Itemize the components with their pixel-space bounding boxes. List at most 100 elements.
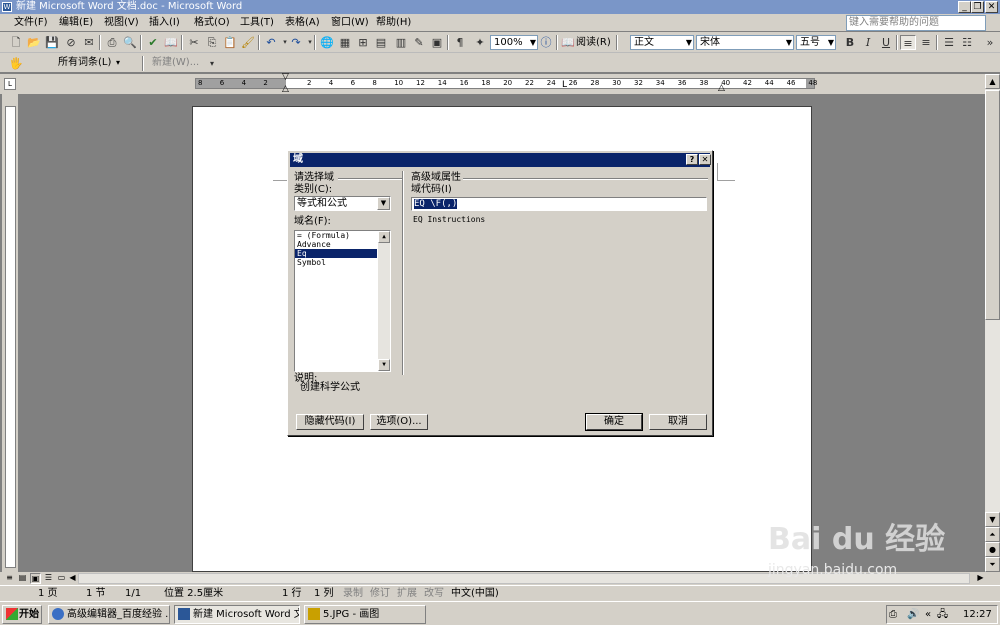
field-names-list[interactable]: = (Formula) Advance Eq Symbol ▲ ▼ [294,230,391,372]
print-layout-icon[interactable]: ▣ [30,573,41,584]
cut-icon[interactable]: ✂ [186,35,202,50]
copy-icon[interactable]: ⎘ [204,35,220,50]
close-button[interactable]: ✕ [985,1,998,13]
menu-table[interactable]: 表格(A) [285,16,320,30]
chevron-down-icon[interactable]: ▼ [828,36,834,49]
outline-view-icon[interactable]: ☰ [43,573,54,584]
menu-format[interactable]: 格式(O) [194,16,230,30]
status-track-changes[interactable]: 修订 [370,587,390,601]
cancel-button[interactable]: 取消 [649,414,707,430]
save-icon[interactable]: 💾 [44,35,60,50]
numbering-icon[interactable]: ☰ [941,35,957,50]
clock[interactable]: 12:27 [963,607,992,623]
menu-insert[interactable]: 插入(I) [149,16,180,30]
chevron-down-icon[interactable]: ▼ [686,36,692,49]
menu-file[interactable]: 文件(F) [14,16,48,30]
ruler-track[interactable]: 8 6 4 2 2 4 6 8 10 12 14 16 18 20 22 24 26 28 30 32 34 36 38 40… [195,73,817,94]
field-code-input[interactable]: EQ \F(,) [411,197,707,211]
network-icon[interactable]: 🖧 [937,607,948,623]
scroll-thumb[interactable] [985,90,1000,320]
drawing-icon[interactable]: ✎ [411,35,427,50]
scroll-right-icon[interactable]: ▶ [975,573,986,584]
help-icon[interactable]: ⓘ [538,35,554,50]
menu-window[interactable]: 窗口(W) [331,16,369,30]
print-preview-icon[interactable]: 🔍 [122,35,138,50]
word-app-icon[interactable]: W [2,2,12,12]
chevron-down-icon[interactable]: ▼ [377,197,390,210]
chevron-down-icon[interactable]: ▼ [530,36,536,49]
print-icon[interactable]: ⎙ [104,35,120,50]
list-item[interactable]: Advance [295,240,377,249]
scroll-down-icon[interactable]: ▼ [985,512,1000,527]
bold-icon[interactable]: B [842,35,858,50]
scroll-up-icon[interactable]: ▲ [985,74,1000,89]
open-icon[interactable]: 📂 [26,35,42,50]
menu-edit[interactable]: 编辑(E) [59,16,93,30]
font-combo[interactable]: 宋体 ▼ [696,35,794,50]
help-search-input[interactable]: 键入需要帮助的问题 [846,15,986,31]
hide-codes-button[interactable]: 隐藏代码(I) [296,414,364,430]
minimize-button[interactable]: _ [958,1,971,13]
scroll-up-icon[interactable]: ▲ [378,231,390,243]
previous-page-icon[interactable]: ⏶ [985,527,1000,542]
ok-button[interactable]: 确定 [585,413,643,431]
status-overtype[interactable]: 改写 [424,587,444,601]
underline-icon[interactable]: U [878,35,894,50]
menu-help[interactable]: 帮助(H) [376,16,411,30]
normal-view-icon[interactable]: ≡ [4,573,15,584]
next-page-icon[interactable]: ⏷ [985,557,1000,572]
chevron-down-icon[interactable]: ▾ [116,56,120,70]
spelling-icon[interactable]: ✔ [145,35,161,50]
start-button[interactable]: 开始 [2,605,42,624]
chevron-down-icon[interactable]: ▼ [786,36,792,49]
italic-icon[interactable]: I [860,35,876,50]
close-icon[interactable]: ✕ [699,154,711,165]
read-mode-button[interactable]: 阅读(R) [576,36,611,50]
new-entry-button[interactable]: 新建(W)... [152,56,199,70]
document-map-icon[interactable]: ▣ [429,35,445,50]
tab-stop-icon[interactable]: L [562,81,567,90]
select-browse-object-icon[interactable]: ● [985,542,1000,557]
task-word[interactable]: 新建 Microsoft Word 文... [174,605,300,624]
align-justify-icon[interactable]: ≡ [900,35,916,50]
toolbar-options-icon[interactable]: » [982,35,998,50]
insert-table-icon[interactable]: ⊞ [355,35,371,50]
hanging-indent-icon[interactable]: △ [282,85,289,94]
paste-icon[interactable]: 📋 [222,35,238,50]
horizontal-ruler[interactable]: L 8 6 4 2 2 4 6 8 10 12 14 16 18 20 22 24 26 28 30 32 34 36 38… [0,73,1000,94]
expand-tray-icon[interactable]: « [925,607,931,623]
task-paint[interactable]: 5.JPG - 画图 [304,605,426,624]
new-doc-icon[interactable]: 🗋 [8,35,24,50]
menu-tools[interactable]: 工具(T) [240,16,274,30]
toolbar-options-icon[interactable]: ▾ [204,56,220,71]
hyperlink-icon[interactable]: 🌐 [319,35,335,50]
list-item[interactable]: Eq [295,249,377,258]
pilcrow-icon[interactable]: ✦ [472,35,488,50]
list-item[interactable]: = (Formula) [295,231,377,240]
reading-layout-icon[interactable]: ▭ [56,573,67,584]
printer-icon[interactable]: ⎙ [889,607,897,623]
list-item[interactable]: Symbol [295,258,377,267]
task-browser[interactable]: 高级编辑器_百度经验 ... [48,605,170,624]
tab-selector-icon[interactable]: L [4,78,16,90]
autotext-icon[interactable]: 🖐 [8,56,24,71]
columns-icon[interactable]: ▥ [393,35,409,50]
tables-borders-icon[interactable]: ▦ [337,35,353,50]
help-icon[interactable]: ? [686,154,698,165]
status-record[interactable]: 录制 [343,587,363,601]
status-extend[interactable]: 扩展 [397,587,417,601]
font-size-combo[interactable]: 五号 ▼ [796,35,836,50]
list-scrollbar[interactable]: ▲ ▼ [378,231,390,371]
scroll-left-icon[interactable]: ◀ [67,573,78,584]
format-painter-icon[interactable]: 🖌 [240,35,256,50]
read-icon[interactable]: 📖 [560,35,576,50]
insert-excel-icon[interactable]: ▤ [373,35,389,50]
zoom-combo[interactable]: 100% ▼ [490,35,538,50]
scroll-down-icon[interactable]: ▼ [378,359,390,371]
vertical-scrollbar[interactable]: ▲ ▼ ⏶ ● ⏷ [985,74,1000,572]
menu-view[interactable]: 视图(V) [104,16,139,30]
options-button[interactable]: 选项(O)... [370,414,428,430]
web-view-icon[interactable]: ▤ [17,573,28,584]
bullets-icon[interactable]: ☷ [959,35,975,50]
vertical-ruler[interactable] [2,94,18,572]
